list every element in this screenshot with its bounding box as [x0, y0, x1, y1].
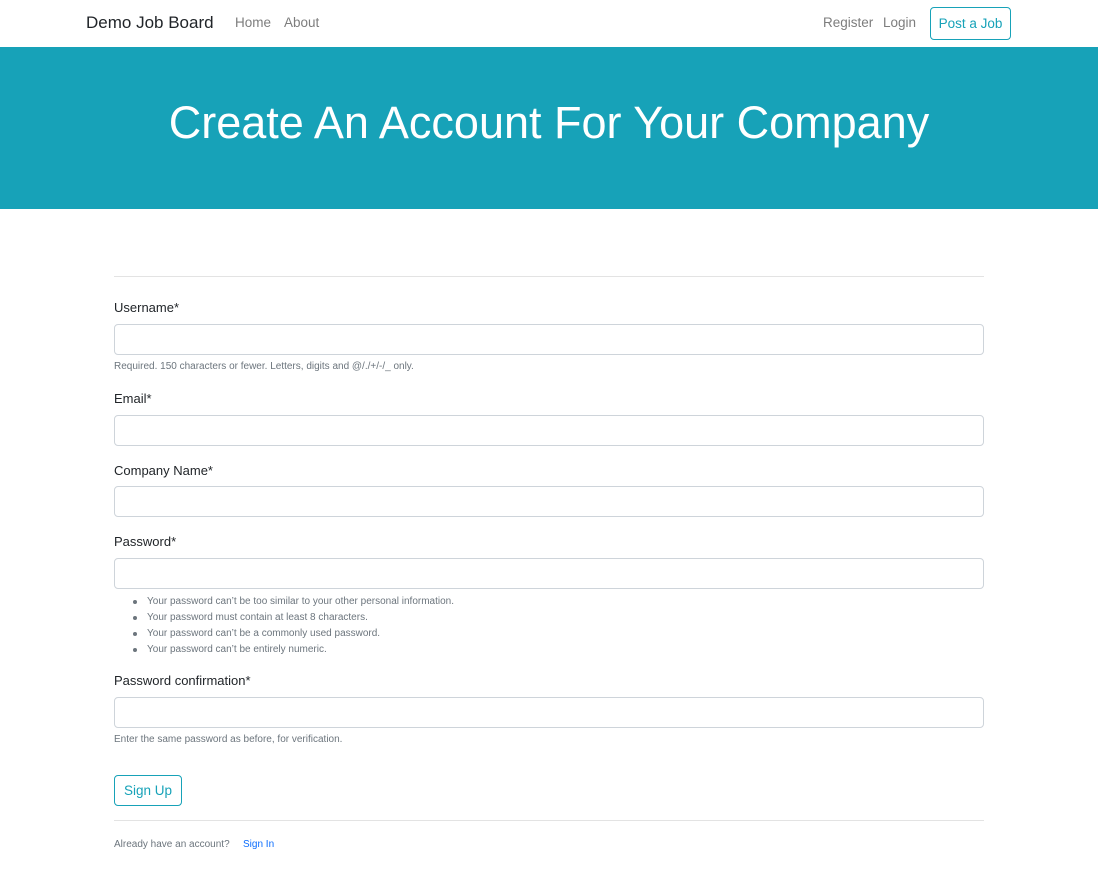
hero-banner: Create An Account For Your Company	[0, 47, 1098, 209]
password-rules-list: Your password can’t be too similar to yo…	[133, 596, 455, 660]
list-item: Your password must contain at least 8 ch…	[133, 612, 454, 628]
bullet-icon	[133, 616, 137, 620]
post-job-button[interactable]: Post a Job	[930, 7, 1011, 40]
sign-in-link[interactable]: Sign In	[243, 839, 274, 850]
navbar: Demo Job Board Home About Register Login…	[0, 0, 1098, 47]
brand-logo[interactable]: Demo Job Board	[86, 13, 214, 33]
password-rule-text: Your password can’t be entirely numeric.	[147, 644, 327, 655]
company-name-input[interactable]	[114, 486, 984, 517]
list-item: Your password can’t be too similar to yo…	[133, 596, 455, 612]
email-input[interactable]	[114, 415, 984, 446]
password-confirmation-label: Password confirmation*	[114, 673, 251, 688]
divider-bottom	[114, 820, 984, 821]
username-input[interactable]	[114, 324, 984, 355]
username-label: Username*	[114, 300, 180, 315]
bullet-icon	[133, 632, 137, 636]
list-item: Your password can’t be entirely numeric.	[133, 644, 454, 660]
nav-register-link[interactable]: Register	[823, 15, 873, 30]
password-rule-text: Your password can’t be a commonly used p…	[147, 628, 381, 639]
password-input[interactable]	[114, 558, 984, 589]
password-rule-text: Your password can’t be too similar to yo…	[147, 596, 455, 607]
list-item: Your password can’t be a commonly used p…	[133, 628, 454, 644]
password-confirmation-help-text: Enter the same password as before, for v…	[114, 734, 343, 745]
bullet-icon	[133, 600, 137, 604]
password-rule-text: Your password must contain at least 8 ch…	[147, 612, 368, 623]
nav-home-link[interactable]: Home	[235, 15, 271, 30]
page-title: Create An Account For Your Company	[168, 97, 930, 148]
already-have-account-text: Already have an account?	[114, 839, 230, 850]
company-name-label: Company Name*	[114, 463, 213, 478]
divider-top	[114, 276, 984, 277]
email-label: Email*	[114, 391, 152, 406]
nav-about-link[interactable]: About	[284, 15, 319, 30]
nav-login-link[interactable]: Login	[883, 15, 916, 30]
password-confirmation-input[interactable]	[114, 697, 984, 728]
bullet-icon	[133, 648, 137, 652]
username-help-text: Required. 150 characters or fewer. Lette…	[114, 361, 414, 372]
sign-up-button[interactable]: Sign Up	[114, 775, 182, 806]
password-label: Password*	[114, 534, 177, 549]
